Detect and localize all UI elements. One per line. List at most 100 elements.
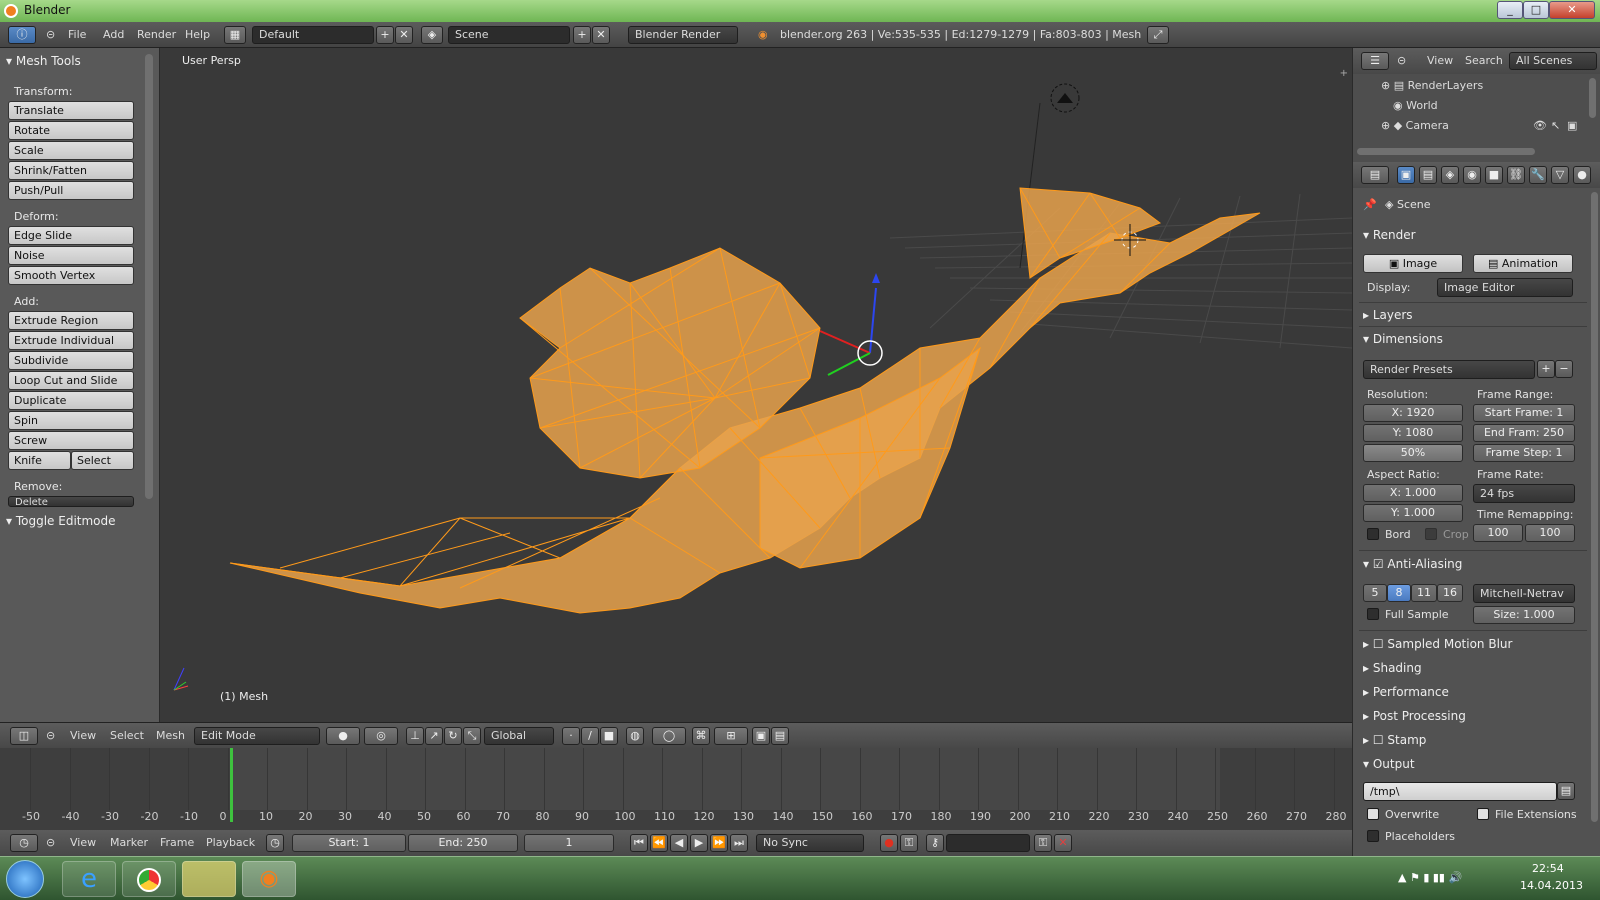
collapse-menu-icon[interactable]: ⊝ [1397, 52, 1406, 70]
properties-scrollbar[interactable] [1591, 192, 1598, 822]
start-frame-field[interactable]: Start Frame: 1 [1473, 404, 1575, 422]
start-button-icon[interactable] [6, 860, 44, 898]
file-browse-icon[interactable]: ▤ [1557, 782, 1575, 800]
shading-mode-icon[interactable]: ● [326, 727, 360, 745]
outliner-filter-dropdown[interactable]: All Scenes [1509, 52, 1597, 70]
push-pull-button[interactable]: Push/Pull [8, 181, 134, 200]
render-engine-dropdown[interactable]: Blender Render [628, 26, 738, 44]
outliner-item-renderlayers[interactable]: ⊕ ▤ RenderLayers [1381, 79, 1483, 92]
jump-start-icon[interactable]: ⏮ [630, 834, 648, 852]
material-tab-icon[interactable]: ● [1573, 166, 1591, 184]
add-scene-button[interactable]: + [573, 26, 591, 44]
render-panel-header[interactable]: ▾ Render [1363, 228, 1416, 242]
outliner-item-world[interactable]: ◉ World [1393, 99, 1438, 112]
editor-type-3d-icon[interactable]: ◫ [10, 727, 38, 745]
modifiers-tab-icon[interactable]: 🔧 [1529, 166, 1547, 184]
remove-screen-button[interactable]: ✕ [395, 26, 413, 44]
pin-icon[interactable]: 📌 [1363, 198, 1377, 211]
menu-mesh[interactable]: Mesh [156, 727, 185, 745]
shrink-fatten-button[interactable]: Shrink/Fatten [8, 161, 134, 180]
vertex-select-icon[interactable]: · [562, 727, 580, 745]
remove-scene-button[interactable]: ✕ [592, 26, 610, 44]
users-app-icon[interactable] [182, 861, 236, 897]
keying-set-icon[interactable]: ⚷ [926, 834, 944, 852]
snap-toggle-icon[interactable]: ⌘ [692, 727, 710, 745]
play-icon[interactable]: ▶ [690, 834, 708, 852]
scene-icon[interactable]: ◈ [421, 26, 443, 44]
minimize-button[interactable]: _ [1497, 1, 1523, 19]
overwrite-checkbox[interactable] [1367, 808, 1379, 820]
viewport-canvas[interactable] [160, 48, 1352, 722]
edge-slide-button[interactable]: Edge Slide [8, 226, 134, 245]
render-tab-icon[interactable]: ▣ [1397, 166, 1415, 184]
aa-samples-5[interactable]: 5 [1363, 584, 1387, 602]
delete-dropdown[interactable]: Delete [8, 496, 134, 507]
crop-checkbox[interactable] [1425, 528, 1437, 540]
render-icon[interactable]: ▣ [752, 727, 770, 745]
constraints-tab-icon[interactable]: ⛓ [1507, 166, 1525, 184]
remove-preset-button[interactable]: − [1555, 360, 1573, 378]
full-sample-checkbox[interactable] [1367, 608, 1379, 620]
manipulator-toggle-icon[interactable]: ⊥ [406, 727, 424, 745]
rotate-button[interactable]: Rotate [8, 121, 134, 140]
aspect-y-field[interactable]: Y: 1.000 [1363, 504, 1463, 522]
remap-new-field[interactable]: 100 [1525, 524, 1575, 542]
mode-dropdown[interactable]: Edit Mode [194, 727, 320, 745]
scale-manip-icon[interactable]: ⤡ [463, 727, 481, 745]
knife-button[interactable]: Knife [8, 451, 71, 470]
stamp-panel-header[interactable]: ▸ ☐ Stamp [1363, 733, 1426, 747]
collapse-menu-icon[interactable]: ⊝ [46, 727, 55, 745]
toolshelf-scrollbar[interactable] [145, 54, 153, 499]
loop-cut-slide-button[interactable]: Loop Cut and Slide [8, 371, 134, 390]
menu-file[interactable]: File [68, 26, 86, 44]
tray-icons[interactable]: ▲ ⚑ ▮ ▮▮ 🔊 [1398, 871, 1462, 884]
end-frame-field[interactable]: End: 250 [408, 834, 518, 852]
knife-select-button[interactable]: Select [71, 451, 134, 470]
aa-filter-dropdown[interactable]: Mitchell-Netrav [1473, 584, 1575, 603]
noise-button[interactable]: Noise [8, 246, 134, 265]
resolution-percentage-slider[interactable]: 50% [1363, 444, 1463, 462]
keying-set-field[interactable] [946, 834, 1030, 852]
face-select-icon[interactable]: ■ [600, 727, 618, 745]
insert-keyframe-icon[interactable]: ⚿ [1034, 834, 1052, 852]
fullscreen-icon[interactable]: ⤢ [1147, 26, 1169, 44]
aa-samples-16[interactable]: 16 [1437, 584, 1463, 602]
chrome-icon[interactable] [122, 861, 176, 897]
frame-step-field[interactable]: Frame Step: 1 [1473, 444, 1575, 462]
record-icon[interactable]: ● [880, 834, 898, 852]
menu-view[interactable]: View [70, 834, 96, 852]
placeholders-checkbox[interactable] [1367, 830, 1379, 842]
screen-layout-field[interactable]: Default [252, 26, 374, 44]
render-presets-dropdown[interactable]: Render Presets [1363, 360, 1535, 379]
translate-manip-icon[interactable]: ↗ [425, 727, 443, 745]
fps-dropdown[interactable]: 24 fps [1473, 484, 1575, 503]
toggle-editmode-header[interactable]: ▾ Toggle Editmode [6, 514, 116, 528]
data-tab-icon[interactable]: ▽ [1551, 166, 1569, 184]
pivot-point-icon[interactable]: ◎ [364, 727, 398, 745]
screw-button[interactable]: Screw [8, 431, 134, 450]
display-dropdown[interactable]: Image Editor [1437, 278, 1573, 297]
anti-aliasing-panel-header[interactable]: ▾ ☑ Anti-Aliasing [1363, 557, 1462, 571]
aa-samples-11[interactable]: 11 [1411, 584, 1437, 602]
play-reverse-icon[interactable]: ◀ [670, 834, 688, 852]
output-panel-header[interactable]: ▾ Output [1363, 757, 1415, 771]
screen-layout-icon[interactable]: ▦ [224, 26, 246, 44]
delete-keyframe-icon[interactable]: ✕ [1054, 834, 1072, 852]
menu-help[interactable]: Help [185, 26, 210, 44]
blender-taskbar-icon[interactable]: ◉ [242, 861, 296, 897]
aa-samples-8[interactable]: 8 [1387, 584, 1411, 602]
outliner-menu-view[interactable]: View [1427, 52, 1453, 70]
render-image-button[interactable]: ▣ Image [1363, 254, 1463, 273]
border-checkbox[interactable] [1367, 528, 1379, 540]
render-layers-tab-icon[interactable]: ▤ [1419, 166, 1437, 184]
extrude-individual-button[interactable]: Extrude Individual [8, 331, 134, 350]
menu-playback[interactable]: Playback [206, 834, 255, 852]
add-preset-button[interactable]: + [1537, 360, 1555, 378]
orientation-dropdown[interactable]: Global [484, 727, 554, 745]
duplicate-button[interactable]: Duplicate [8, 391, 134, 410]
file-extensions-checkbox[interactable] [1477, 808, 1489, 820]
scale-button[interactable]: Scale [8, 141, 134, 160]
editor-type-timeline-icon[interactable]: ◷ [10, 834, 38, 852]
jump-keyframe-back-icon[interactable]: ⏪ [650, 834, 668, 852]
render-animation-button[interactable]: ▤ Animation [1473, 254, 1573, 273]
